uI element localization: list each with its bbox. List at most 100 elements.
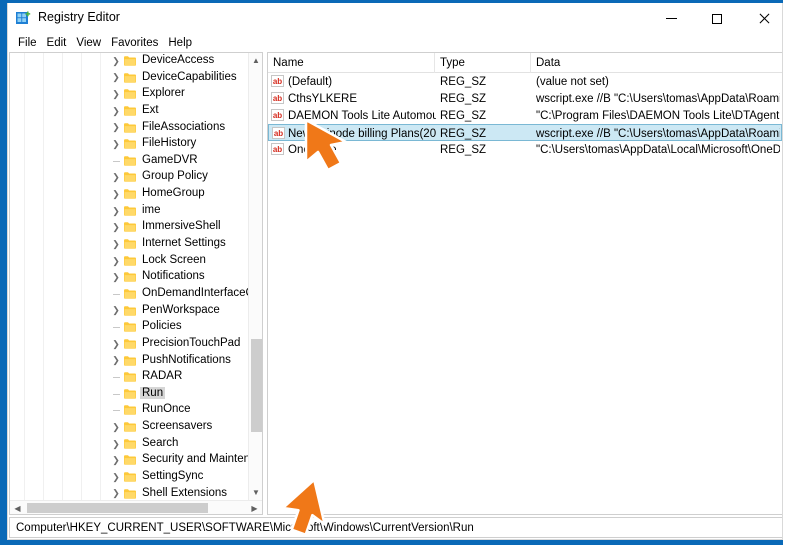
tree-node-ondemandinterfacecache[interactable]: OnDemandInterfaceCache bbox=[10, 286, 248, 303]
string-value-icon: ab bbox=[272, 127, 285, 139]
tree-horizontal-scrollbar[interactable]: ◀ ▶ bbox=[10, 500, 262, 514]
tree-node-label: FileAssociations bbox=[142, 120, 226, 133]
chevron-right-icon[interactable]: ❯ bbox=[110, 203, 122, 220]
tree-node-label: ime bbox=[142, 203, 161, 216]
tree-vertical-scroll-thumb[interactable] bbox=[251, 339, 262, 432]
chevron-right-icon[interactable]: ❯ bbox=[110, 253, 122, 270]
table-row[interactable]: ab CthsYLKERE REG_SZ wscript.exe //B "C:\Us… bbox=[268, 90, 782, 107]
tree-node-group-policy[interactable]: ❯ Group Policy bbox=[10, 169, 248, 186]
chevron-right-icon[interactable]: ❯ bbox=[110, 219, 122, 236]
tree-node-label: Policies bbox=[142, 320, 182, 333]
tree-node-explorer[interactable]: ❯ Explorer bbox=[10, 86, 248, 103]
tree-node-label: Internet Settings bbox=[142, 237, 226, 250]
chevron-right-icon[interactable]: ❯ bbox=[110, 336, 122, 353]
table-row[interactable]: ab OneDrive REG_SZ "C:\Users\tomas\AppData\… bbox=[268, 141, 782, 158]
tree-node-notifications[interactable]: ❯ Notifications bbox=[10, 269, 248, 286]
tree-node-label: Ext bbox=[142, 103, 159, 116]
tree-horizontal-scroll-thumb[interactable] bbox=[27, 503, 208, 513]
minimize-button[interactable] bbox=[648, 3, 694, 34]
string-value-icon: ab bbox=[271, 92, 284, 104]
tree-node-radar[interactable]: RADAR bbox=[10, 369, 248, 386]
tree-node-label: ImmersiveShell bbox=[142, 220, 221, 233]
folder-icon bbox=[124, 122, 136, 133]
maximize-button[interactable] bbox=[694, 3, 740, 34]
close-button[interactable] bbox=[740, 3, 782, 34]
tree-node-deviceaccess[interactable]: ❯ DeviceAccess bbox=[10, 53, 248, 70]
string-value-icon: ab bbox=[271, 143, 284, 155]
tree-node-settingsync[interactable]: ❯ SettingSync bbox=[10, 469, 248, 486]
chevron-right-icon[interactable]: ❯ bbox=[110, 436, 122, 453]
status-bar: Computer\HKEY_CURRENT_USER\SOFTWARE\Micr… bbox=[9, 517, 782, 538]
value-data: "C:\Users\tomas\AppData\Local\Microsoft\… bbox=[536, 143, 780, 156]
chevron-right-icon[interactable]: ❯ bbox=[110, 419, 122, 436]
tree-node-filehistory[interactable]: ❯ FileHistory bbox=[10, 136, 248, 153]
tree-node-ime[interactable]: ❯ ime bbox=[10, 203, 248, 220]
chevron-right-icon[interactable]: ❯ bbox=[110, 103, 122, 120]
scroll-up-icon[interactable]: ▲ bbox=[249, 53, 262, 68]
column-header-name[interactable]: Name bbox=[268, 53, 435, 73]
tree-node-run[interactable]: Run bbox=[10, 386, 248, 403]
window-border-left bbox=[0, 0, 7, 545]
chevron-right-icon[interactable]: ❯ bbox=[110, 486, 122, 500]
chevron-right-icon[interactable]: ❯ bbox=[110, 136, 122, 153]
table-row[interactable]: ab DAEMON Tools Lite Automount REG_SZ "C:\P… bbox=[268, 107, 782, 124]
tree-node-ext[interactable]: ❯ Ext bbox=[10, 103, 248, 120]
chevron-right-icon[interactable]: ❯ bbox=[110, 70, 122, 87]
minimize-icon bbox=[665, 18, 677, 19]
chevron-right-icon[interactable]: ❯ bbox=[110, 469, 122, 486]
tree-node-homegroup[interactable]: ❯ HomeGroup bbox=[10, 186, 248, 203]
chevron-right-icon[interactable]: ❯ bbox=[110, 186, 122, 203]
tree-node-label: DeviceAccess bbox=[142, 54, 215, 66]
tree-connector bbox=[113, 393, 120, 395]
tree-node-policies[interactable]: Policies bbox=[10, 319, 248, 336]
menu-item-file[interactable]: File bbox=[13, 36, 42, 50]
tree-node-gamedvr[interactable]: GameDVR bbox=[10, 153, 248, 170]
table-row[interactable]: abNew Avinode billing Plans(2019) REG_SZ w… bbox=[268, 124, 782, 141]
scroll-down-icon[interactable]: ▼ bbox=[249, 485, 262, 500]
folder-icon bbox=[124, 488, 136, 499]
chevron-right-icon[interactable]: ❯ bbox=[110, 53, 122, 70]
chevron-right-icon[interactable]: ❯ bbox=[110, 169, 122, 186]
chevron-right-icon[interactable]: ❯ bbox=[110, 452, 122, 469]
tree-node-precisiontouchpad[interactable]: ❯ PrecisionTouchPad bbox=[10, 336, 248, 353]
menu-item-favorites[interactable]: Favorites bbox=[106, 36, 163, 50]
chevron-right-icon[interactable]: ❯ bbox=[110, 120, 122, 137]
folder-icon bbox=[124, 405, 136, 416]
tree-connector bbox=[113, 410, 120, 412]
scroll-right-icon[interactable]: ▶ bbox=[247, 501, 262, 514]
table-row[interactable]: ab (Default) REG_SZ (value not set) bbox=[268, 73, 782, 90]
value-name: DAEMON Tools Lite Automount bbox=[288, 109, 436, 122]
chevron-right-icon[interactable]: ❯ bbox=[110, 303, 122, 320]
chevron-right-icon[interactable]: ❯ bbox=[110, 353, 122, 370]
tree-node-penworkspace[interactable]: ❯ PenWorkspace bbox=[10, 303, 248, 320]
menu-item-view[interactable]: View bbox=[71, 36, 106, 50]
scroll-left-icon[interactable]: ◀ bbox=[10, 501, 25, 514]
tree-node-security-and-maintenance[interactable]: ❯ Security and Maintenance bbox=[10, 452, 248, 469]
menu-item-help[interactable]: Help bbox=[163, 36, 197, 50]
tree-viewport[interactable]: ❯ DeviceAccess ❯ DeviceCapabilities ❯ Explore… bbox=[10, 53, 248, 500]
value-name: CthsYLKERE bbox=[288, 92, 358, 105]
tree-vertical-scrollbar[interactable]: ▲ ▼ bbox=[248, 53, 262, 500]
title-bar: Registry Editor bbox=[8, 3, 782, 34]
folder-icon bbox=[124, 422, 136, 432]
tree-node-label: GameDVR bbox=[142, 153, 198, 166]
chevron-right-icon[interactable]: ❯ bbox=[110, 269, 122, 286]
tree-node-internet-settings[interactable]: ❯ Internet Settings bbox=[10, 236, 248, 253]
folder-icon bbox=[124, 322, 136, 333]
tree-node-immersiveshell[interactable]: ❯ ImmersiveShell bbox=[10, 219, 248, 236]
tree-node-pushnotifications[interactable]: ❯ PushNotifications bbox=[10, 353, 248, 370]
tree-node-shell-extensions[interactable]: ❯ Shell Extensions bbox=[10, 486, 248, 500]
tree-node-screensavers[interactable]: ❯ Screensavers bbox=[10, 419, 248, 436]
tree-node-label: PenWorkspace bbox=[142, 303, 220, 316]
tree-node-fileassociations[interactable]: ❯ FileAssociations bbox=[10, 120, 248, 137]
column-header-data[interactable]: Data bbox=[531, 53, 782, 73]
tree-node-devicecapabilities[interactable]: ❯ DeviceCapabilities bbox=[10, 70, 248, 87]
window-title: Registry Editor bbox=[38, 10, 120, 24]
chevron-right-icon[interactable]: ❯ bbox=[110, 86, 122, 103]
tree-node-runonce[interactable]: RunOnce bbox=[10, 402, 248, 419]
tree-node-lock-screen[interactable]: ❯ Lock Screen bbox=[10, 253, 248, 270]
chevron-right-icon[interactable]: ❯ bbox=[110, 236, 122, 253]
column-header-type[interactable]: Type bbox=[435, 53, 531, 73]
menu-item-edit[interactable]: Edit bbox=[42, 36, 72, 50]
tree-node-search[interactable]: ❯ Search bbox=[10, 436, 248, 453]
